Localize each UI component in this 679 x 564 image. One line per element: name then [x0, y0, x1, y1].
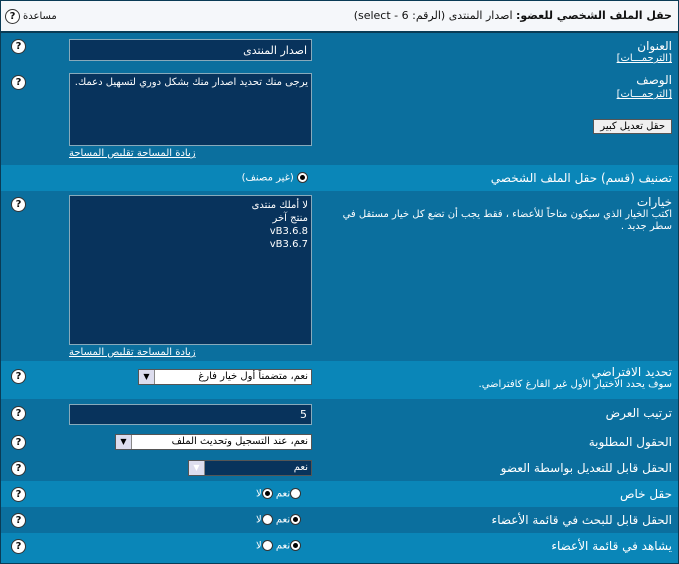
title-translations-link[interactable]: [الترجمـــات] [617, 53, 672, 64]
form-header: حقل الملف الشخصي للعضو: اصدار المنتدى (ا… [1, 1, 678, 33]
memberlist-help-icon[interactable]: ? [11, 539, 26, 554]
private-label: حقل خاص [620, 487, 672, 501]
required-help-icon[interactable]: ? [11, 435, 26, 450]
description-textarea[interactable]: يرجى منك تحديد اصدار منك بشكل دوري لتسهي… [69, 73, 312, 146]
searchable-radio-group: نعم لا [256, 514, 302, 526]
help-icon: ? [5, 9, 20, 24]
options-line: منتج آخر [272, 213, 308, 224]
description-increase-link[interactable]: زيادة المساحة [137, 148, 196, 159]
memberlist-radio-group: نعم لا [256, 540, 302, 552]
options-textarea[interactable]: لا أملك منتدى منتج آخر vB3.6.8 vB3.6.7 [69, 195, 312, 345]
options-help-icon[interactable]: ? [11, 197, 26, 212]
row-editable: الحقل قابل للتعديل بواسطة العضو نعم ▼ ? [1, 455, 678, 481]
searchable-no-label: لا [256, 514, 262, 526]
row-display-order: ترتيب العرض ? [1, 399, 678, 429]
searchable-yes-radio[interactable] [290, 514, 302, 525]
options-decrease-link[interactable]: تقليص المساحة [69, 347, 134, 358]
private-help-icon[interactable]: ? [11, 487, 26, 502]
memberlist-no-label: لا [256, 540, 262, 552]
private-no-radio[interactable] [261, 488, 273, 499]
memberlist-no-radio[interactable] [261, 540, 273, 551]
row-category: تصنيف (قسم) حقل الملف الشخصي (غير مصنف) [1, 165, 678, 191]
description-label: الوصف [636, 73, 672, 87]
page-title-value: اصدار المنتدى (الرقم: 6 - select) [353, 9, 513, 22]
row-options: خيارات اكتب الخيار الذي سيكون متاحاً للأ… [1, 191, 678, 361]
description-translations-link[interactable]: [الترجمـــات] [617, 89, 672, 100]
searchable-label: الحقل قابل للبحث في قائمة الأعضاء [491, 513, 672, 527]
row-required: الحقول المطلوبة نعم، عند التسجيل وتحديث … [1, 429, 678, 455]
editable-label: الحقل قابل للتعديل بواسطة العضو [500, 461, 672, 475]
editable-select[interactable]: نعم ▼ [188, 460, 312, 476]
required-select[interactable]: نعم، عند التسجيل وتحديث الملف ▼ [115, 434, 312, 450]
display-order-input[interactable] [69, 404, 312, 425]
category-radio-option[interactable]: (غير مصنف) [242, 172, 308, 184]
required-select-value: نعم، عند التسجيل وتحديث الملف [171, 436, 308, 447]
memberlist-yes-label: نعم [275, 540, 291, 552]
description-resize-links: زيادة المساحة تقليص المساحة [69, 148, 196, 159]
row-memberlist: يشاهد في قائمة الأعضاء نعم لا ? [1, 533, 678, 563]
row-title: العنوان [الترجمـــات] ? [1, 33, 678, 69]
description-help-icon[interactable]: ? [11, 75, 26, 90]
options-description: اكتب الخيار الذي سيكون متاحاً للأعضاء ، … [342, 209, 672, 232]
memberlist-yes-radio[interactable] [290, 540, 302, 551]
chevron-down-icon: ▼ [189, 461, 205, 475]
options-line: vB3.6.7 [269, 239, 308, 250]
searchable-yes-label: نعم [275, 514, 291, 526]
editable-select-value: نعم [293, 462, 308, 473]
options-resize-links: زيادة المساحة تقليص المساحة [69, 347, 196, 358]
default-description: سوف يحدد الاختيار الأول غير الفارغ كافتر… [478, 379, 672, 390]
display-order-label: ترتيب العرض [605, 406, 672, 420]
options-increase-link[interactable]: زيادة المساحة [137, 347, 196, 358]
help-label: مساعدة [23, 11, 57, 22]
row-private: حقل خاص نعم لا ? [1, 481, 678, 507]
searchable-help-icon[interactable]: ? [11, 513, 26, 528]
row-searchable: الحقل قابل للبحث في قائمة الأعضاء نعم لا… [1, 507, 678, 533]
options-label: خيارات [636, 195, 672, 209]
row-default: تحديد الافتراضي سوف يحدد الاختيار الأول … [1, 361, 678, 399]
default-label: تحديد الافتراضي [591, 365, 672, 379]
category-label: تصنيف (قسم) حقل الملف الشخصي [490, 171, 672, 185]
private-radio-group: نعم لا [256, 488, 302, 500]
options-line: vB3.6.8 [269, 226, 308, 237]
private-no-label: لا [256, 488, 262, 500]
help-link[interactable]: مساعدة ? [5, 9, 57, 24]
searchable-no-radio[interactable] [261, 514, 273, 525]
category-option-label: (غير مصنف) [241, 172, 294, 184]
display-order-help-icon[interactable]: ? [11, 406, 26, 421]
private-yes-radio[interactable] [290, 488, 302, 499]
default-help-icon[interactable]: ? [11, 369, 26, 384]
default-select-value: نعم، متضمناً أول خيار فارغ [198, 371, 308, 382]
options-line: لا أملك منتدى [251, 200, 308, 211]
memberlist-label: يشاهد في قائمة الأعضاء [551, 539, 672, 553]
row-description: الوصف [الترجمـــات] يرجى منك تحديد اصدار… [1, 69, 678, 165]
chevron-down-icon: ▼ [139, 370, 155, 384]
profile-field-form: حقل الملف الشخصي للعضو: اصدار المنتدى (ا… [0, 0, 679, 564]
page-title: حقل الملف الشخصي للعضو: اصدار المنتدى (ا… [354, 9, 672, 22]
category-radio[interactable] [297, 172, 308, 183]
title-help-icon[interactable]: ? [11, 39, 26, 54]
required-label: الحقول المطلوبة [588, 435, 672, 449]
description-decrease-link[interactable]: تقليص المساحة [69, 148, 134, 159]
default-select[interactable]: نعم، متضمناً أول خيار فارغ ▼ [138, 369, 312, 385]
private-yes-label: نعم [275, 488, 291, 500]
title-label: العنوان [637, 39, 672, 53]
big-edit-button[interactable]: حقل تعديل كبير [593, 119, 672, 134]
editable-help-icon[interactable]: ? [11, 461, 26, 476]
chevron-down-icon: ▼ [116, 435, 132, 449]
title-input[interactable] [69, 39, 312, 61]
page-title-prefix: حقل الملف الشخصي للعضو: [516, 9, 672, 22]
